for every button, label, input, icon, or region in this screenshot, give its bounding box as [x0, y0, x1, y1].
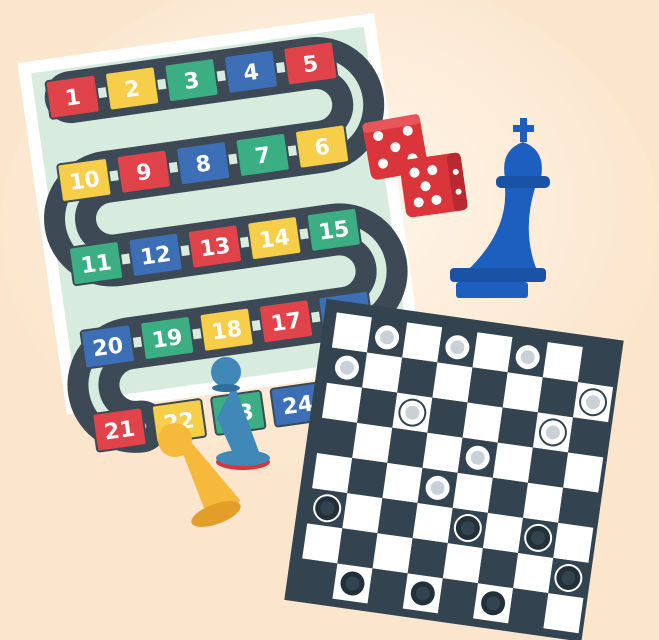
checkers-square — [352, 422, 393, 463]
checkers-square — [482, 512, 524, 554]
board-tile: 17 — [258, 298, 315, 345]
checkers-square — [377, 498, 418, 539]
checkers-square — [523, 482, 564, 523]
board-tile: 7 — [234, 132, 291, 178]
checkers-square — [397, 357, 438, 398]
checkers-square — [427, 397, 468, 438]
checkers-square — [297, 558, 338, 599]
board-tile: 13 — [186, 223, 243, 270]
board-tile: 15 — [305, 206, 362, 253]
checkers-square — [442, 543, 483, 584]
checkers-square — [372, 533, 413, 574]
checkers-square — [452, 472, 493, 513]
board-tile: 11 — [68, 240, 125, 287]
checkers-square — [367, 568, 408, 609]
checkers-square — [467, 367, 508, 408]
board-tile: 6 — [294, 123, 351, 170]
checkers-square — [402, 322, 443, 363]
board-tile: 12 — [127, 231, 184, 278]
checkers-square — [542, 342, 583, 383]
board-tile-number: 14 — [258, 225, 292, 254]
board-tile-number: 18 — [210, 317, 244, 346]
checkers-square — [432, 362, 473, 403]
board-tile: 9 — [115, 148, 172, 195]
checkers-square — [342, 493, 383, 534]
checkers-square — [513, 553, 554, 594]
checkers-square — [568, 417, 609, 458]
checkers-square — [337, 528, 378, 569]
board-tile-number: 17 — [269, 308, 303, 337]
checkers-square — [487, 477, 528, 518]
board-tile: 19 — [139, 315, 196, 361]
board-tile: 1 — [44, 73, 101, 120]
checkers-square — [347, 457, 388, 499]
board-tile: 14 — [246, 215, 303, 262]
board-tile: 18 — [198, 306, 255, 353]
board-tile: 3 — [163, 57, 220, 103]
checkers-square — [422, 432, 463, 473]
checkers-square — [472, 332, 513, 373]
checkers-square — [543, 593, 584, 634]
board-tile-number: 20 — [91, 333, 125, 362]
board-tile-number: 24 — [281, 391, 315, 420]
checkers-board-icon — [284, 298, 624, 640]
checkers-square — [537, 377, 578, 418]
checkers-square — [387, 427, 428, 468]
checkers-square — [302, 523, 343, 564]
checkers-square — [508, 588, 549, 629]
board-tile: 21 — [91, 406, 148, 453]
checkers-square — [558, 487, 599, 528]
checkers-square — [382, 462, 423, 504]
board-tile-number: 21 — [103, 416, 137, 445]
checkers-square — [497, 407, 538, 448]
board-tile: 8 — [175, 140, 232, 187]
checkers-square — [527, 447, 569, 488]
checkers-square — [492, 442, 533, 483]
checkers-square — [317, 417, 358, 458]
checkers-square — [553, 522, 594, 563]
board-tile-number: 11 — [79, 250, 113, 279]
board-games-illustration: 1234567891011121314151617181920212223242… — [0, 0, 659, 640]
checkers-square — [437, 578, 478, 619]
checkers-square — [357, 387, 398, 428]
checkers-square — [477, 548, 519, 589]
board-tile-number: 10 — [68, 167, 102, 196]
board-tile-number: 13 — [198, 233, 232, 262]
board-tile-number: 19 — [151, 325, 185, 354]
checkers-square — [563, 452, 604, 493]
checkers-square — [362, 352, 403, 393]
board-tile: 20 — [79, 323, 136, 370]
die-icon — [399, 152, 468, 218]
checkers-square — [412, 503, 453, 544]
checkers-square — [321, 382, 363, 423]
board-tile: 2 — [104, 65, 161, 112]
board-tile: 5 — [282, 40, 339, 87]
board-tile-number: 15 — [317, 217, 351, 246]
board-tile: 10 — [56, 157, 113, 203]
checkers-square — [502, 372, 543, 413]
board-tile-number: 12 — [139, 242, 173, 271]
checkers-square — [577, 347, 619, 388]
board-tile: 4 — [222, 48, 279, 95]
checkers-square — [407, 538, 448, 579]
checkers-square — [462, 402, 503, 443]
checkers-square — [331, 312, 372, 353]
checkers-square — [312, 453, 353, 494]
